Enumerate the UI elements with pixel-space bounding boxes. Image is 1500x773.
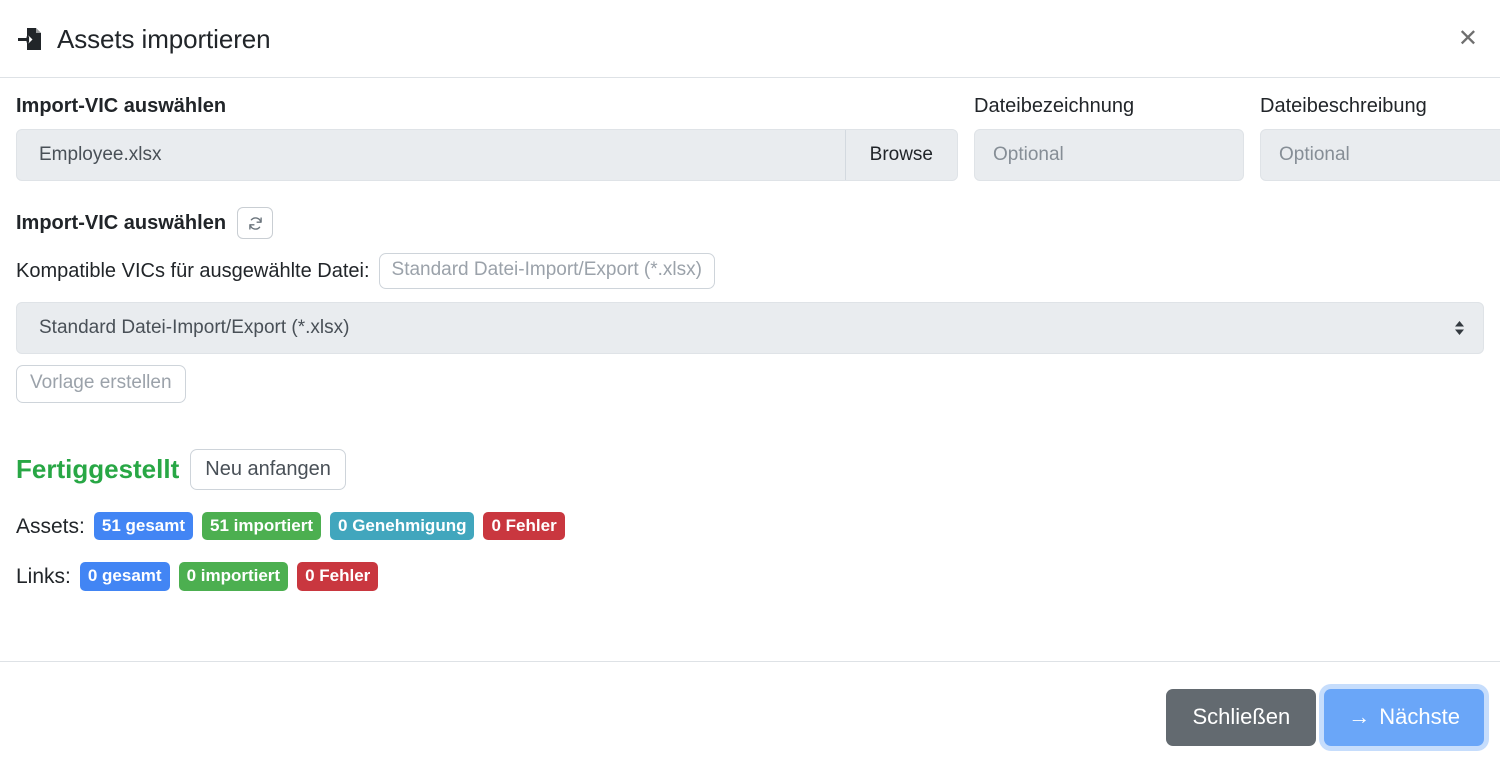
modal-title-group: Assets importieren [16, 25, 271, 53]
status-badge: Fertiggestellt [16, 454, 180, 485]
modal-header: Assets importieren ✕ [0, 0, 1500, 78]
import-vic-label: Import-VIC auswählen [16, 212, 227, 234]
arrow-right-icon: → [1348, 704, 1371, 729]
vic-section-header: Import-VIC auswählen [16, 207, 1484, 239]
import-status-block: Fertiggestellt Neu anfangen Assets: 51 g… [16, 448, 1484, 591]
file-name-label: Dateibezeichnung [974, 95, 1135, 117]
file-description-label: Dateibeschreibung [1260, 95, 1427, 117]
next-button-label: Nächste [1379, 704, 1460, 729]
close-icon[interactable]: ✕ [1452, 23, 1484, 55]
file-selection-row: Import-VIC auswählen Employee.xlsx Brows… [16, 94, 1500, 181]
page-title: Assets importieren [57, 23, 271, 54]
links-imported-badge: 0 importiert [178, 562, 289, 591]
links-label: Links: [16, 565, 71, 589]
links-errors-badge: 0 Fehler [297, 562, 379, 591]
import-vic-file-label: Import-VIC auswählen [16, 95, 227, 117]
vic-select-wrapper: Standard Datei-Import/Export (*.xlsx) [16, 301, 1484, 354]
assets-counts-row: Assets: 51 gesamt 51 importiert 0 Genehm… [16, 511, 1484, 541]
assets-label: Assets: [16, 514, 85, 538]
next-button[interactable]: → Nächste [1324, 689, 1484, 746]
assets-total-badge: 51 gesamt [93, 511, 194, 541]
file-name-input[interactable] [974, 129, 1244, 181]
assets-imported-badge: 51 importiert [202, 511, 322, 541]
create-template-button[interactable]: Vorlage erstellen [16, 364, 186, 403]
import-assets-modal: Assets importieren ✕ Import-VIC auswähle… [0, 0, 1500, 773]
selected-filename: Employee.xlsx [39, 144, 162, 165]
vic-selection-section: Import-VIC auswählen Kompatible VICs für… [16, 207, 1484, 403]
refresh-icon [247, 215, 264, 232]
file-import-icon [16, 25, 44, 53]
assets-errors-badge: 0 Fehler [483, 511, 565, 541]
restart-button[interactable]: Neu anfangen [190, 448, 346, 490]
assets-approval-badge: 0 Genehmigung [330, 511, 475, 541]
vic-select[interactable]: Standard Datei-Import/Export (*.xlsx) [16, 301, 1484, 354]
status-row: Fertiggestellt Neu anfangen [16, 448, 1484, 490]
file-name-group: Dateibezeichnung [974, 94, 1244, 181]
links-counts-row: Links: 0 gesamt 0 importiert 0 Fehler [16, 562, 1484, 591]
compatible-vic-chip[interactable]: Standard Datei-Import/Export (*.xlsx) [378, 253, 715, 289]
file-description-input[interactable] [1260, 129, 1500, 181]
browse-button[interactable]: Browse [844, 130, 957, 180]
modal-footer: Schließen → Nächste [0, 661, 1500, 773]
compatible-vics-label: Kompatible VICs für ausgewählte Datei: [16, 259, 370, 282]
close-button[interactable]: Schließen [1166, 689, 1317, 746]
modal-body: Import-VIC auswählen Employee.xlsx Brows… [0, 78, 1500, 661]
refresh-vics-button[interactable] [237, 207, 274, 239]
links-total-badge: 0 gesamt [79, 562, 170, 591]
file-input-group: Import-VIC auswählen Employee.xlsx Brows… [16, 94, 958, 181]
file-description-group: Dateibeschreibung [1260, 94, 1500, 181]
file-input[interactable]: Employee.xlsx Browse [16, 129, 958, 181]
compatible-vics-row: Kompatible VICs für ausgewählte Datei: S… [16, 253, 1484, 289]
